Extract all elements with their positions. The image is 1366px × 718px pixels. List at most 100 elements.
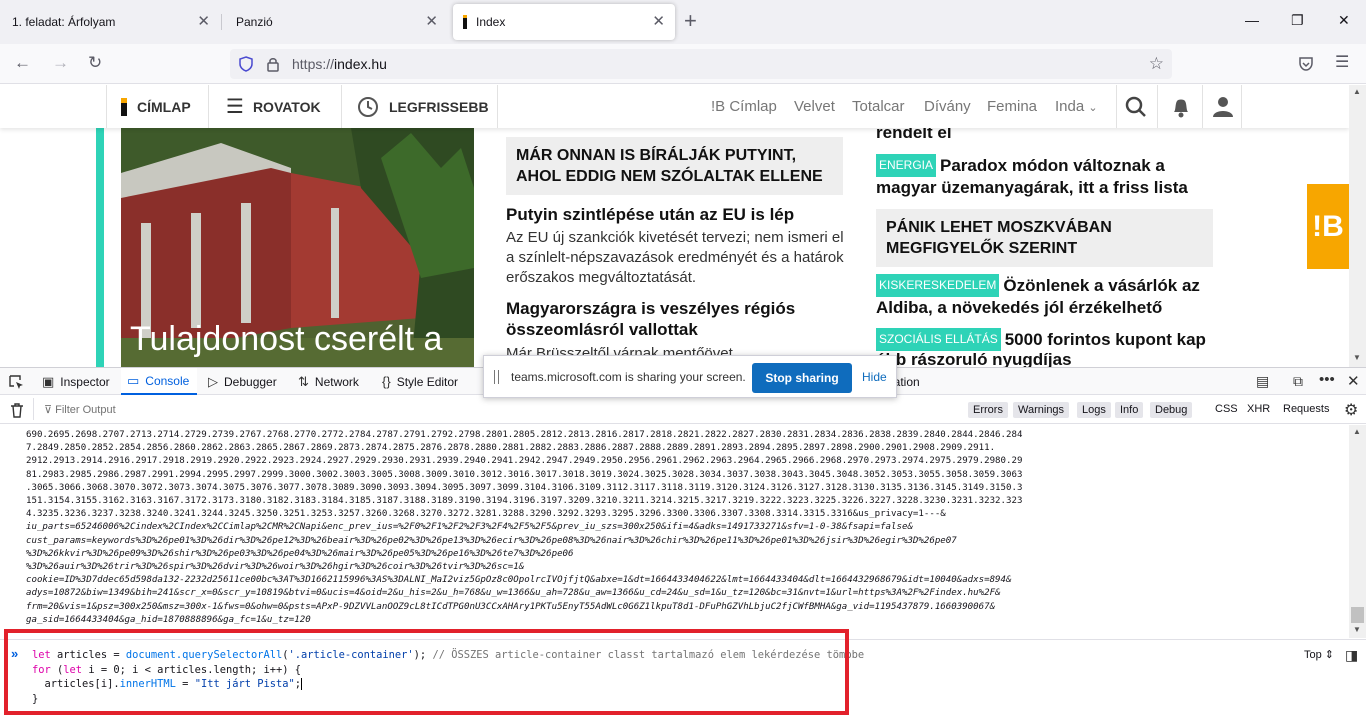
category-label[interactable]: SZOCIÁLIS ELLÁTÁS (876, 328, 1001, 351)
back-arrow-icon[interactable]: ← (14, 52, 31, 74)
page-scrollbar[interactable]: ▲ ▼ (1349, 85, 1366, 367)
scroll-up-icon[interactable]: ▲ (1353, 427, 1361, 436)
nav-legfrissebb[interactable]: LEGFRISSEBB (357, 85, 489, 128)
article-title-cut[interactable]: ább rászoruló nyugdíjas (876, 349, 1216, 367)
tab-arfolyam[interactable]: 1. feladat: Árfolyam ✕ (2, 4, 220, 40)
link-b-cimlap[interactable]: !B Címlap (711, 98, 777, 115)
url-text[interactable]: https://index.hu (292, 56, 387, 72)
editor-mode-icon[interactable]: ◨ (1345, 647, 1358, 664)
menu-icon: ☰ (226, 96, 244, 118)
tab-label: Inspector (60, 374, 110, 389)
lead-article-title[interactable]: Tulajdonost cserélt a (130, 320, 442, 359)
search-icon[interactable] (1124, 95, 1148, 119)
output-line: cookie=ID%3D7ddec65d598da132-2232d25611c… (26, 575, 1012, 586)
scroll-thumb[interactable] (1351, 607, 1364, 623)
network-icon: ⇅ (298, 373, 309, 389)
tab-network[interactable]: ⇅ Network (298, 368, 359, 395)
link-femina[interactable]: Femina (987, 98, 1037, 115)
new-tab-button[interactable]: + (684, 10, 697, 32)
filter-logs-button[interactable]: Logs (1077, 402, 1111, 418)
url-bar[interactable]: https://index.hu ☆ (230, 49, 1172, 79)
tab-style-editor[interactable]: {} Style Editor (382, 368, 458, 395)
window-close-icon[interactable]: ✕ (1338, 12, 1350, 29)
more-options-icon[interactable]: ••• (1319, 371, 1335, 388)
b-badge[interactable]: !B (1307, 184, 1349, 269)
reload-icon[interactable]: ↻ (88, 52, 102, 74)
console-output[interactable]: 690.2695.2698.2707.2713.2714.2729.2739.2… (0, 425, 1349, 638)
responsive-mode-icon[interactable]: ▤ (1256, 373, 1269, 390)
filter-output-input[interactable]: ⊽ Filter Output (44, 403, 116, 416)
filter-debug-button[interactable]: Debug (1150, 402, 1193, 418)
breaking-box-putyin[interactable]: MÁR ONNAN IS BÍRÁLJÁK PUTYINT, AHOL EDDI… (506, 137, 843, 195)
shield-icon[interactable] (238, 56, 254, 72)
output-line: .3065.3066.3068.3070.3072.3073.3074.3075… (26, 482, 1023, 493)
article-title-eu[interactable]: Putyin szintlépése után az EU is lép (506, 204, 846, 225)
tab-index[interactable]: Index ✕ (453, 4, 675, 40)
close-icon[interactable]: ✕ (197, 14, 210, 30)
divider (1157, 85, 1158, 128)
bookmark-star-icon[interactable]: ☆ (1149, 54, 1164, 74)
filter-info-button[interactable]: Info (1115, 402, 1144, 418)
filter-xhr-button[interactable]: XHR (1247, 403, 1270, 415)
scroll-down-icon[interactable]: ▼ (1353, 625, 1361, 634)
output-line: ga_sid=1664433404&ga_hid=1870888896&ga_f… (26, 614, 311, 625)
user-icon[interactable] (1211, 94, 1235, 118)
output-line: 81.2983.2985.2986.2987.2991.2994.2995.29… (26, 469, 1023, 480)
dock-icon[interactable]: ⧉ (1293, 373, 1303, 390)
bell-icon[interactable] (1170, 95, 1192, 119)
filter-warnings-button[interactable]: Warnings (1013, 402, 1070, 418)
console-scrollbar[interactable]: ▲ ▼ (1349, 425, 1366, 638)
article-kiskereskedelem[interactable]: KISKERESKEDELEM Özönlenek a vásárlók az A… (876, 274, 1216, 318)
forward-arrow-icon[interactable]: → (52, 52, 69, 74)
breaking-box-title: PÁNIK LEHET MOSZKVÁBAN MEGFIGYELŐK SZERI… (886, 219, 1112, 257)
nav-legfrissebb-label: LEGFRISSEBB (389, 98, 489, 115)
chevron-down-icon: ⌄ (1088, 102, 1098, 114)
close-icon[interactable]: ✕ (652, 14, 665, 30)
element-picker-icon[interactable] (9, 375, 24, 390)
breaking-box-moszkva[interactable]: PÁNIK LEHET MOSZKVÁBAN MEGFIGYELŐK SZERI… (876, 209, 1213, 267)
category-label[interactable]: KISKERESKEDELEM (876, 274, 1000, 297)
minimize-icon[interactable]: — (1245, 12, 1259, 28)
link-inda[interactable]: Inda ⌄ (1055, 98, 1098, 115)
article-title-osszeomlas[interactable]: Magyarországra is veszélyes régiós össze… (506, 298, 846, 340)
tab-console[interactable]: ▭ Console (121, 368, 198, 395)
output-line: frm=20&vis=1&psz=300x250&msz=300x-1&fws=… (26, 601, 996, 612)
nav-cimlap-label: CÍMLAP (137, 98, 191, 115)
article-szocialis[interactable]: SZOCIÁLIS ELLÁTÁS 5000 forintos kupont ka… (876, 328, 1216, 351)
hide-button[interactable]: Hide (862, 370, 887, 384)
tab-debugger[interactable]: ▷ Debugger (208, 368, 277, 395)
restore-icon[interactable]: ❐ (1291, 12, 1304, 29)
link-divany[interactable]: Dívány (924, 98, 971, 115)
trash-icon[interactable] (10, 403, 24, 418)
link-totalcar[interactable]: Totalcar (852, 98, 905, 115)
tab-title: Index (476, 15, 506, 29)
nav-rovatok[interactable]: ☰ ROVATOK (226, 85, 321, 128)
tab-inspector[interactable]: ▣ Inspector (42, 368, 110, 395)
context-selector-label: Top (1304, 649, 1322, 661)
scroll-up-icon[interactable]: ▲ (1353, 87, 1361, 96)
article-energia[interactable]: ENERGIA Paradox módon változnak a magyar … (876, 154, 1216, 198)
tab-label: Console (145, 373, 190, 388)
settings-gear-icon[interactable]: ⚙ (1344, 400, 1358, 420)
lock-icon[interactable] (266, 56, 280, 72)
nav-cimlap[interactable]: CÍMLAP (121, 85, 191, 128)
filter-errors-button[interactable]: Errors (968, 402, 1008, 418)
context-selector[interactable]: Top ⇕ (1304, 648, 1334, 661)
category-label[interactable]: ENERGIA (876, 154, 937, 177)
hamburger-menu-icon[interactable]: ☰ (1335, 52, 1349, 74)
site-header: CÍMLAP ☰ ROVATOK LEGFRISSEBB !B Címlap V… (0, 85, 1349, 128)
scroll-down-icon[interactable]: ▼ (1353, 353, 1361, 362)
filter-css-button[interactable]: CSS (1215, 403, 1238, 415)
output-line: iu_parts=65246006%2Cindex%2CIndex%2CCiml… (26, 522, 913, 533)
close-icon[interactable]: ✕ (425, 14, 438, 30)
lead-article-photo[interactable]: Tulajdonost cserélt a (121, 128, 474, 367)
pocket-icon[interactable] (1297, 55, 1315, 73)
link-velvet[interactable]: Velvet (794, 98, 835, 115)
tab-panzio[interactable]: Panzió ✕ (226, 4, 448, 40)
debugger-icon: ▷ (208, 373, 218, 389)
stop-sharing-button[interactable]: Stop sharing (752, 363, 852, 393)
close-devtools-icon[interactable]: ✕ (1347, 372, 1360, 390)
filter-requests-button[interactable]: Requests (1283, 403, 1329, 415)
drag-handle-icon[interactable] (494, 370, 499, 384)
tab-separator (221, 14, 222, 30)
